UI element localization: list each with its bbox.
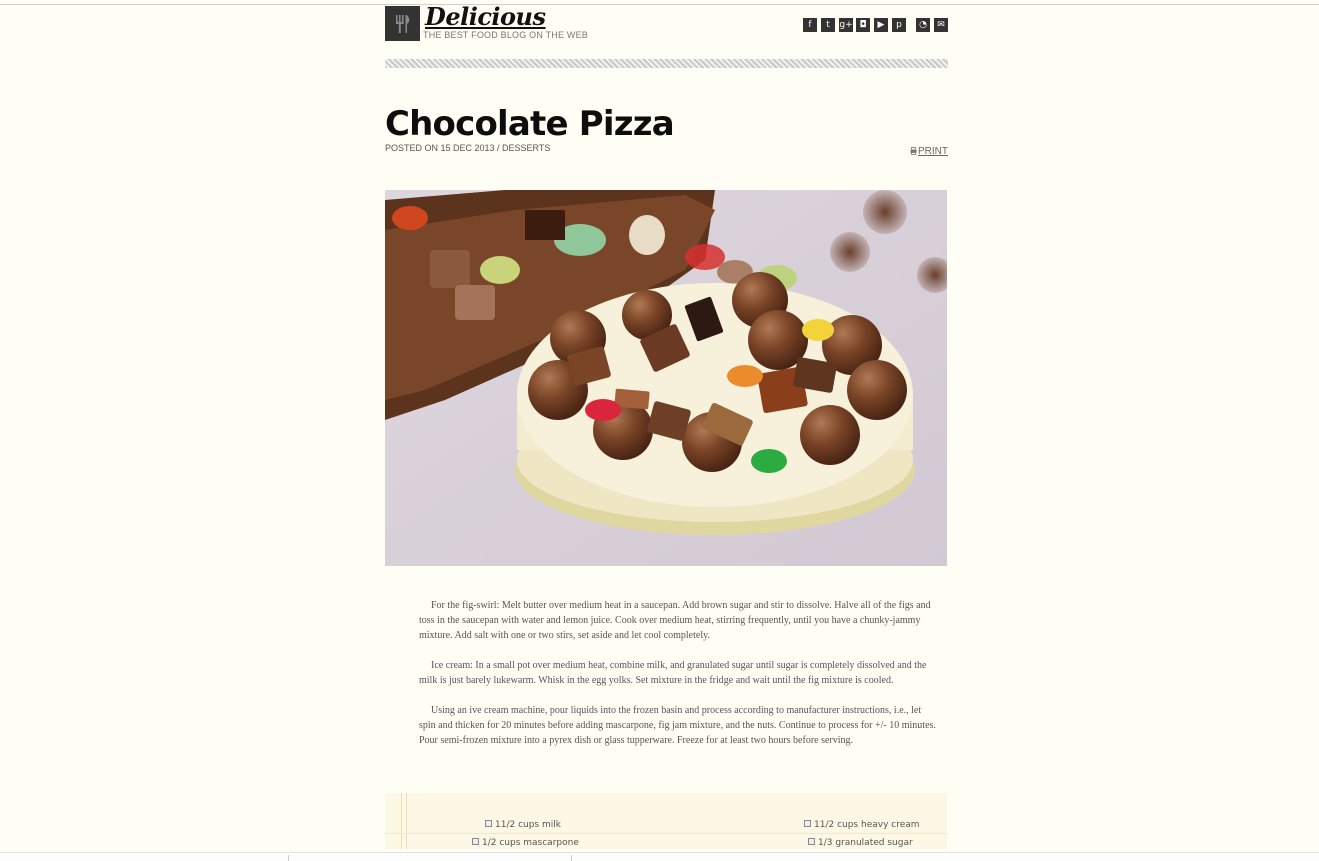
site-title[interactable]: Delicious: [425, 2, 546, 31]
checkbox-icon[interactable]: [804, 820, 811, 827]
site-tagline: THE BEST FOOD BLOG ON THE WEB: [423, 30, 588, 40]
youtube-icon[interactable]: ▶: [874, 18, 888, 32]
ingredient-item[interactable]: 11/2 cups milk: [485, 820, 561, 830]
bottom-bar: [0, 852, 1319, 861]
divider: [571, 855, 572, 861]
paragraph: Ice cream: In a small pot over medium he…: [419, 660, 927, 686]
divider: [288, 855, 289, 861]
checkbox-icon[interactable]: [485, 820, 492, 827]
print-label: PRINT: [918, 146, 948, 157]
ingredient-item[interactable]: 1/2 cups mascarpone: [472, 838, 579, 848]
margin-line: [406, 793, 407, 849]
facebook-icon[interactable]: f: [803, 18, 817, 32]
ruled-line: [385, 833, 947, 834]
email-icon[interactable]: ✉: [934, 18, 948, 32]
top-border: [0, 4, 1319, 5]
print-button[interactable]: PRINT: [910, 146, 948, 157]
post-title: Chocolate Pizza: [385, 104, 675, 144]
header-divider: [385, 59, 948, 68]
checkbox-icon[interactable]: [472, 838, 479, 845]
recipe-card: 11/2 cups milk 11/2 cups heavy cream 1/2…: [385, 793, 947, 849]
post-meta: POSTED ON 15 DEC 2013 / DESSERTS: [385, 143, 551, 153]
twitter-icon[interactable]: t: [821, 18, 835, 32]
google-plus-icon[interactable]: g+: [839, 18, 853, 32]
paragraph: Using an ive cream machine, pour liquids…: [419, 705, 936, 746]
margin-line: [401, 793, 402, 849]
pinterest-icon[interactable]: p: [892, 18, 906, 32]
ingredient-item[interactable]: 11/2 cups heavy cream: [804, 820, 920, 830]
printer-icon: [910, 147, 917, 155]
checkbox-icon[interactable]: [808, 838, 815, 845]
ingredient-item[interactable]: 1/3 granulated sugar: [808, 838, 913, 848]
paragraph: For the fig-swirl: Melt butter over medi…: [419, 600, 931, 641]
instagram-icon[interactable]: ◘: [856, 18, 870, 32]
post-image: [385, 190, 947, 566]
post-content: For the fig-swirl: Melt butter over medi…: [419, 598, 937, 763]
rss-icon[interactable]: ◔: [916, 18, 930, 32]
logo-icon[interactable]: [385, 6, 420, 41]
